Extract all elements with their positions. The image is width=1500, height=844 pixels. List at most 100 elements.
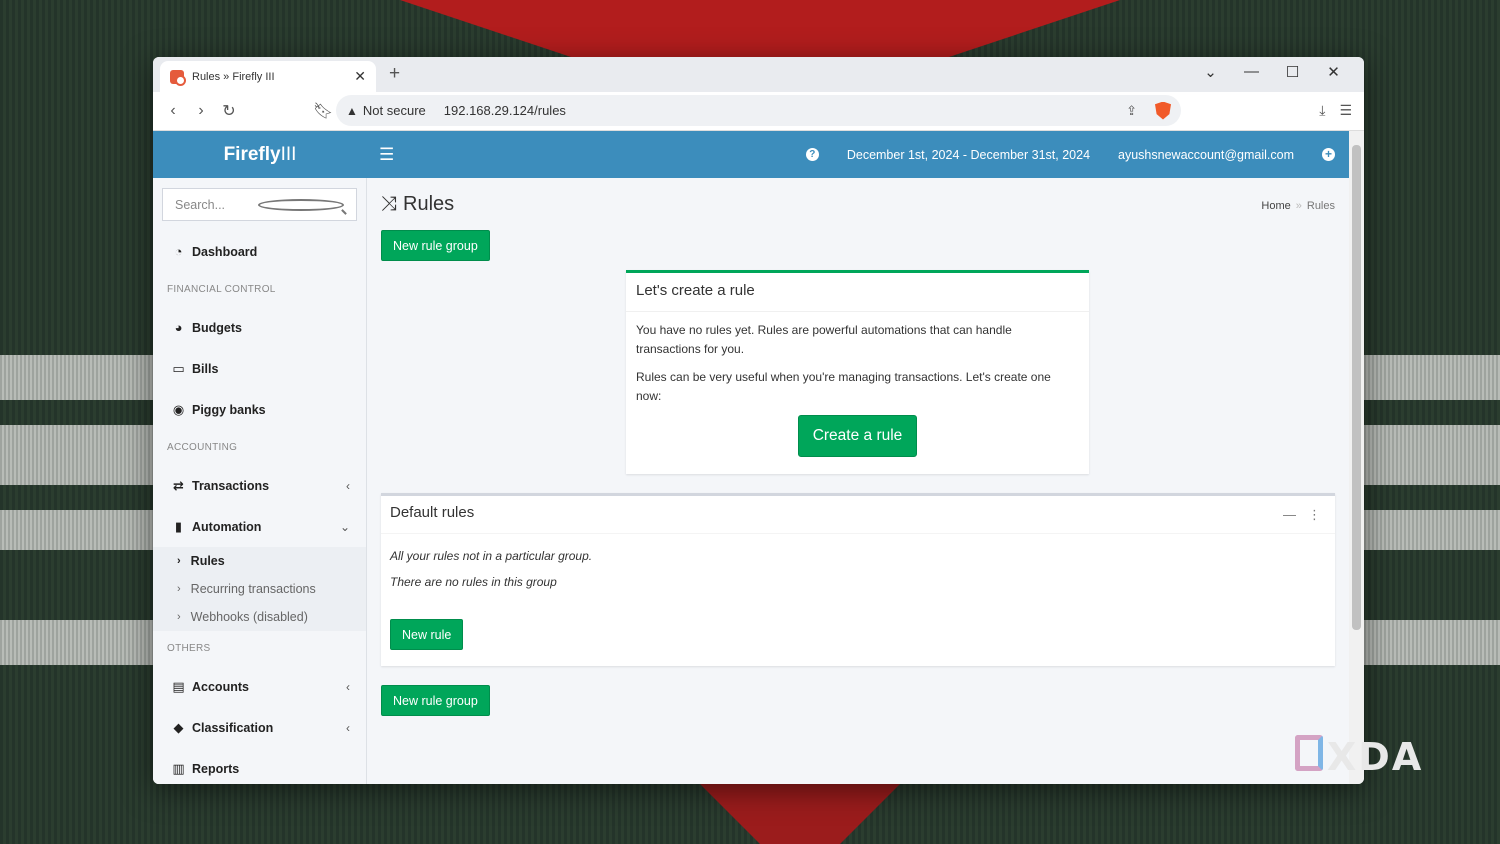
- sidebar: Search... ◔ Dashboard FINANCIAL CONTROL …: [153, 178, 367, 784]
- calendar-icon: ▭: [172, 360, 185, 376]
- sidebar-item-classification[interactable]: ◆ Classification ‹: [153, 707, 366, 748]
- sidebar-subitem-webhooks[interactable]: › Webhooks (disabled): [153, 603, 366, 631]
- sidebar-item-accounts[interactable]: ▤ Accounts ‹: [153, 666, 366, 707]
- bookmark-icon[interactable]: 🔖︎: [309, 101, 337, 121]
- default-rules-box: Default rules — ⋮ All your rules not in …: [381, 493, 1335, 666]
- tags-icon: ◆: [173, 719, 184, 735]
- exchange-icon: ⇄: [173, 477, 184, 493]
- breadcrumb: Home » Rules: [1261, 200, 1335, 212]
- sidebar-item-reports[interactable]: ▥ Reports: [153, 748, 366, 784]
- breadcrumb-home[interactable]: Home: [1261, 200, 1290, 212]
- sidebar-subitem-recurring[interactable]: › Recurring transactions: [153, 575, 366, 603]
- close-window-icon[interactable]: ✕: [1313, 63, 1354, 81]
- account-email[interactable]: ayushsnewaccount@gmail.com: [1118, 148, 1294, 162]
- section-header-accounting: ACCOUNTING: [167, 442, 238, 453]
- firefly-favicon-icon: [170, 69, 186, 86]
- xda-logo-icon: [1295, 735, 1323, 771]
- back-icon[interactable]: ‹: [159, 102, 187, 120]
- sidebar-item-piggy-banks[interactable]: ◉ Piggy banks: [153, 389, 366, 430]
- intro-box: Let's create a rule You have no rules ye…: [626, 270, 1089, 474]
- sidebar-item-label: Piggy banks: [192, 402, 266, 417]
- more-options-icon[interactable]: ⋮: [1308, 507, 1321, 523]
- sidebar-item-label: Automation: [192, 519, 262, 534]
- page-scrollbar[interactable]: [1349, 131, 1364, 784]
- maximize-icon[interactable]: ☐: [1272, 63, 1313, 81]
- app-logo[interactable]: FireflyIII: [153, 144, 367, 166]
- bullseye-icon: ◉: [172, 401, 185, 417]
- sidebar-item-bills[interactable]: ▭ Bills: [153, 348, 366, 389]
- main-content: ⤨ Rules Home » Rules New rule group Let's …: [367, 178, 1335, 784]
- quick-create-icon[interactable]: +: [1322, 148, 1335, 161]
- brand-light: III: [280, 143, 297, 165]
- sidebar-subitem-rules[interactable]: › Rules: [153, 547, 366, 575]
- chevron-right-icon: ›: [177, 611, 181, 623]
- breadcrumb-current: Rules: [1306, 200, 1335, 212]
- new-rule-group-button-bottom[interactable]: New rule group: [381, 685, 490, 716]
- sidebar-item-label: Accounts: [192, 679, 249, 694]
- shuffle-icon: ⤨: [381, 192, 397, 215]
- chevron-left-icon: ‹: [346, 478, 350, 493]
- sidebar-item-label: Transactions: [192, 478, 270, 493]
- sidebar-item-label: Dashboard: [192, 244, 258, 259]
- intro-text-2: Rules can be very useful when you're man…: [636, 370, 1051, 403]
- sidebar-item-transactions[interactable]: ⇄ Transactions ‹: [153, 465, 366, 506]
- automation-submenu: › Rules › Recurring transactions › Webho…: [153, 547, 366, 631]
- dashboard-icon: ◔: [174, 244, 183, 259]
- pie-chart-icon: ◕: [174, 320, 183, 335]
- chevron-left-icon: ‹: [346, 679, 350, 694]
- xda-text: XDA: [1327, 735, 1424, 779]
- window-controls: ⌄ — ☐ ✕: [1190, 63, 1354, 81]
- url-text[interactable]: 192.168.29.124/rules: [444, 103, 1126, 118]
- security-label[interactable]: Not secure: [363, 103, 426, 118]
- search-icon[interactable]: [257, 198, 344, 211]
- default-rules-description: All your rules not in a particular group…: [390, 549, 593, 563]
- new-tab-button[interactable]: +: [389, 63, 400, 85]
- close-tab-icon[interactable]: ✕: [354, 68, 366, 85]
- forward-icon[interactable]: ›: [187, 102, 215, 120]
- sidebar-item-dashboard[interactable]: ◔ Dashboard: [153, 231, 366, 272]
- credit-card-icon: ▤: [172, 678, 185, 694]
- sidebar-item-label: Classification: [192, 720, 274, 735]
- sidebar-item-budgets[interactable]: ◕ Budgets: [153, 307, 366, 348]
- sidebar-item-label: Reports: [192, 761, 240, 776]
- tab-list-chevron-icon[interactable]: ⌄: [1190, 63, 1231, 81]
- default-rules-title: Default rules: [381, 496, 1335, 534]
- sidebar-item-automation[interactable]: ▮ Automation ⌄: [153, 506, 366, 547]
- brave-shield-icon[interactable]: [1155, 101, 1171, 120]
- chevron-left-icon: ‹: [346, 720, 350, 735]
- sidebar-item-label: Bills: [192, 361, 219, 376]
- collapse-icon[interactable]: —: [1283, 507, 1296, 523]
- minimize-icon[interactable]: —: [1231, 63, 1272, 81]
- no-rules-text: There are no rules in this group: [390, 575, 557, 589]
- intro-title: Let's create a rule: [626, 273, 1089, 312]
- xda-watermark: XDA: [1295, 735, 1423, 779]
- search-placeholder: Search...: [175, 197, 226, 212]
- address-bar: ‹ › ↻ 🔖︎ ▲ Not secure 192.168.29.124/rul…: [153, 92, 1364, 131]
- section-header-financial: FINANCIAL CONTROL: [167, 284, 276, 295]
- date-range-picker[interactable]: December 1st, 2024 - December 31st, 2024: [847, 148, 1090, 162]
- bar-chart-icon: ▥: [172, 760, 185, 776]
- tab-bar: Rules » Firefly III ✕ + ⌄ — ☐ ✕: [153, 57, 1364, 92]
- menu-icon[interactable]: ☰: [1339, 102, 1352, 119]
- scrollbar-thumb[interactable]: [1352, 145, 1361, 630]
- reload-icon[interactable]: ↻: [215, 101, 243, 121]
- new-rule-button[interactable]: New rule: [390, 619, 464, 650]
- sidebar-toggle-icon[interactable]: ☰: [379, 145, 394, 165]
- create-rule-button[interactable]: Create a rule: [798, 415, 917, 457]
- chevron-right-icon: ›: [177, 583, 181, 595]
- firefly-app: FireflyIII ☰ ? December 1st, 2024 - Dece…: [153, 131, 1349, 784]
- url-field[interactable]: ▲ Not secure 192.168.29.124/rules ⇪: [336, 95, 1181, 126]
- search-input[interactable]: Search...: [162, 188, 357, 221]
- download-icon[interactable]: ⤓: [1319, 102, 1325, 119]
- page-title: Rules: [403, 192, 455, 215]
- sidebar-subitem-label: Webhooks (disabled): [190, 610, 308, 624]
- page-header: ⤨ Rules Home » Rules: [367, 178, 1335, 230]
- new-rule-group-button[interactable]: New rule group: [381, 230, 490, 261]
- breadcrumb-separator: »: [1295, 200, 1302, 212]
- chevron-down-icon: ⌄: [339, 519, 350, 534]
- share-icon[interactable]: ⇪: [1126, 103, 1137, 119]
- sidebar-subitem-label: Rules: [190, 554, 225, 568]
- intro-text-1: You have no rules yet. Rules are powerfu…: [636, 323, 1012, 356]
- browser-tab[interactable]: Rules » Firefly III ✕: [160, 61, 376, 92]
- help-icon[interactable]: ?: [805, 148, 819, 161]
